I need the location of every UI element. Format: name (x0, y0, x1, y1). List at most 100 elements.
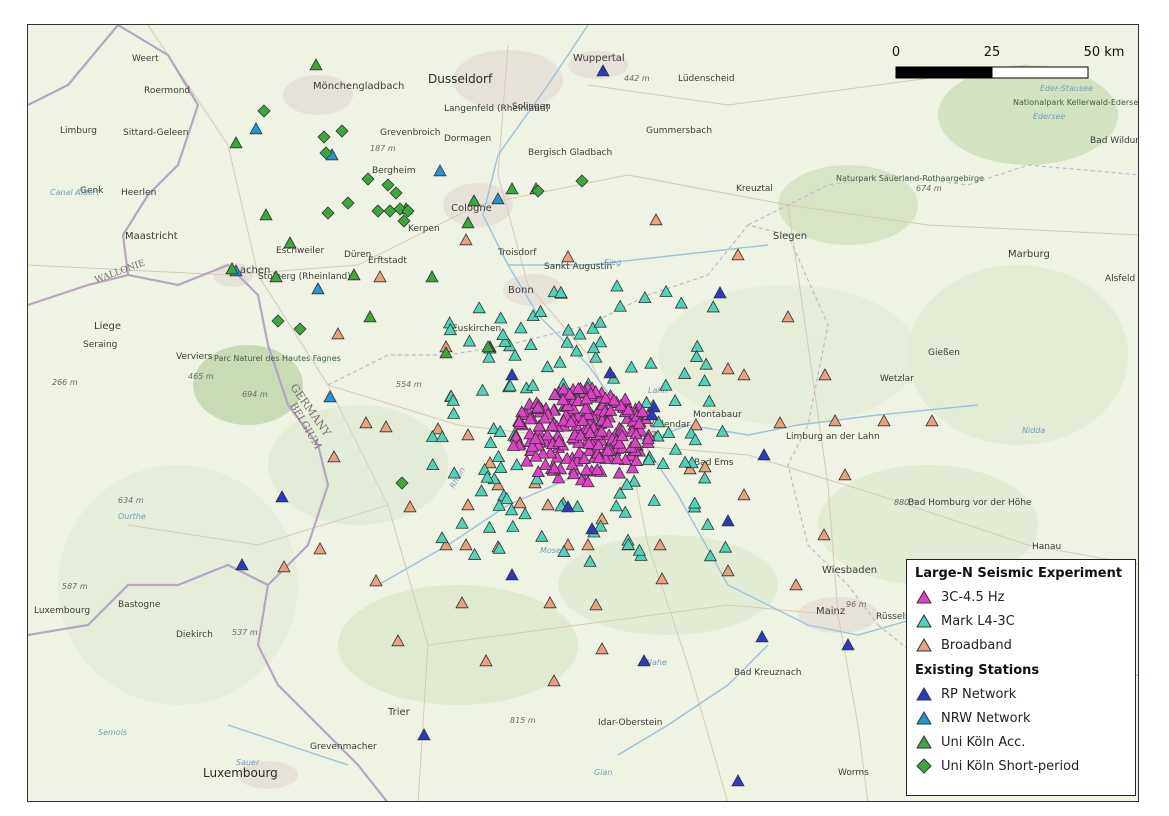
svg-text:Dormagen: Dormagen (444, 134, 491, 144)
legend-group-title-existing: Existing Stations (915, 663, 1040, 678)
svg-text:Semois: Semois (98, 728, 127, 737)
svg-text:187 m: 187 m (370, 144, 396, 153)
svg-text:Marburg: Marburg (1008, 249, 1050, 260)
legend-label: Uni Köln Short-period (941, 758, 1080, 774)
diamond-marker-icon (916, 758, 932, 774)
svg-text:Dusseldorf: Dusseldorf (428, 72, 493, 86)
svg-text:Sittard-Geleen: Sittard-Geleen (123, 128, 188, 138)
scale-label-0: 0 (892, 45, 900, 60)
svg-text:Ourthe: Ourthe (118, 512, 146, 521)
svg-text:Grevenbroich: Grevenbroich (380, 128, 440, 138)
svg-text:465 m: 465 m (188, 372, 214, 381)
triangle-marker-icon (916, 590, 932, 604)
svg-text:Alsfeld: Alsfeld (1105, 274, 1135, 284)
svg-text:Luxembourg: Luxembourg (203, 766, 278, 780)
legend-item-nrw-network: NRW Network (915, 706, 1127, 730)
svg-text:Bad Homburg vor der Höhe: Bad Homburg vor der Höhe (908, 498, 1032, 508)
svg-text:Worms: Worms (838, 768, 869, 778)
svg-text:Solingen: Solingen (512, 102, 551, 112)
svg-text:Canal Albert: Canal Albert (50, 188, 100, 197)
svg-text:Troisdorf: Troisdorf (497, 248, 537, 258)
svg-text:Eder-Stausee: Eder-Stausee (1040, 84, 1093, 93)
svg-text:Edersee: Edersee (1033, 112, 1065, 121)
legend-group-title-large-n: Large-N Seismic Experiment (915, 566, 1123, 581)
triangle-marker-icon (916, 687, 932, 701)
legend-item-mark-l4-3c: Mark L4-3C (915, 609, 1127, 633)
legend-label: Uni Köln Acc. (941, 734, 1026, 750)
svg-text:Naturpark Sauerland-Rothaargeb: Naturpark Sauerland-Rothaargebirge (836, 174, 984, 183)
svg-text:634 m: 634 m (118, 496, 144, 505)
svg-text:Wetzlar: Wetzlar (880, 374, 914, 384)
svg-text:Grevenmacher: Grevenmacher (310, 742, 377, 752)
legend-item-uni-koln-acc: Uni Köln Acc. (915, 730, 1127, 754)
triangle-marker-icon (916, 735, 932, 749)
triangle-marker-icon (916, 638, 932, 652)
legend-label: 3C-4.5 Hz (941, 589, 1005, 605)
svg-text:Sankt Augustin: Sankt Augustin (544, 262, 612, 272)
svg-text:Verviers: Verviers (176, 352, 213, 362)
svg-text:Glan: Glan (594, 768, 612, 777)
svg-text:266 m: 266 m (52, 378, 78, 387)
svg-text:442 m: 442 m (624, 74, 650, 83)
svg-text:Bonn: Bonn (508, 285, 534, 296)
legend-item-uni-koln-short-period: Uni Köln Short-period (915, 754, 1127, 778)
svg-text:Bad Wildungen: Bad Wildungen (1090, 136, 1139, 146)
svg-text:Diekirch: Diekirch (176, 630, 213, 640)
svg-text:880 m: 880 m (894, 498, 920, 507)
svg-text:Trier: Trier (387, 707, 411, 718)
scale-bar-segment-1 (895, 66, 993, 79)
svg-text:554 m: 554 m (396, 380, 422, 389)
svg-text:537 m: 537 m (232, 628, 258, 637)
svg-text:Luxembourg: Luxembourg (34, 606, 90, 616)
svg-text:Sieg: Sieg (604, 258, 621, 267)
legend-label: Mark L4-3C (941, 613, 1015, 629)
svg-text:Kreuztal: Kreuztal (736, 184, 773, 194)
svg-text:Maastricht: Maastricht (125, 231, 178, 242)
svg-text:Bad Kreuznach: Bad Kreuznach (734, 668, 802, 678)
legend-item-rp-network: RP Network (915, 682, 1127, 706)
svg-text:Roermond: Roermond (144, 86, 190, 96)
svg-text:Mönchengladbach: Mönchengladbach (313, 81, 404, 92)
svg-text:Gummersbach: Gummersbach (646, 126, 712, 136)
svg-text:694 m: 694 m (242, 390, 268, 399)
svg-text:Bad Ems: Bad Ems (694, 458, 734, 468)
svg-text:Lüdenscheid: Lüdenscheid (678, 74, 735, 84)
svg-text:Montabaur: Montabaur (693, 410, 742, 420)
svg-text:Bergisch Gladbach: Bergisch Gladbach (528, 148, 612, 158)
svg-text:Nidda: Nidda (1022, 426, 1045, 435)
svg-text:Düren: Düren (344, 250, 371, 260)
svg-text:Nationalpark Kellerwald-Ederse: Nationalpark Kellerwald-Edersee (1013, 98, 1139, 107)
legend-label: RP Network (941, 686, 1017, 702)
svg-text:674 m: 674 m (916, 184, 942, 193)
map-legend: Large-N Seismic Experiment 3C-4.5 Hz Mar… (906, 559, 1136, 796)
scale-bar-segment-2 (991, 66, 1089, 79)
svg-text:Eschweiler: Eschweiler (276, 246, 324, 256)
svg-text:Weert: Weert (132, 54, 159, 64)
svg-text:Liege: Liege (94, 321, 121, 332)
svg-text:Siegen: Siegen (773, 231, 807, 242)
triangle-marker-icon (916, 614, 932, 628)
svg-text:587 m: 587 m (62, 582, 88, 591)
svg-text:Heerlen: Heerlen (121, 188, 156, 198)
svg-text:Parc Naturel des Hautes Fagnes: Parc Naturel des Hautes Fagnes (214, 354, 341, 363)
legend-item-3c-4-5hz: 3C-4.5 Hz (915, 585, 1127, 609)
legend-label: Broadband (941, 637, 1012, 653)
svg-text:Gießen: Gießen (928, 348, 960, 358)
legend-label: NRW Network (941, 710, 1031, 726)
svg-text:Euskirchen: Euskirchen (452, 324, 501, 334)
svg-text:Bastogne: Bastogne (118, 600, 161, 610)
legend-item-broadband: Broadband (915, 633, 1127, 657)
svg-text:815 m: 815 m (510, 716, 536, 725)
svg-text:Sauer: Sauer (236, 758, 260, 767)
svg-text:Mainz: Mainz (816, 606, 845, 617)
svg-text:Hanau: Hanau (1032, 542, 1061, 552)
scale-label-50: 50 km (1084, 45, 1125, 60)
svg-text:Kerpen: Kerpen (408, 224, 440, 234)
svg-text:Bergheim: Bergheim (372, 166, 415, 176)
svg-text:96 m: 96 m (846, 600, 867, 609)
scale-label-25: 25 (984, 45, 1001, 60)
svg-text:Seraing: Seraing (83, 340, 117, 350)
triangle-marker-icon (916, 711, 932, 725)
svg-text:Wuppertal: Wuppertal (573, 53, 625, 64)
svg-text:Limburg: Limburg (60, 126, 97, 136)
